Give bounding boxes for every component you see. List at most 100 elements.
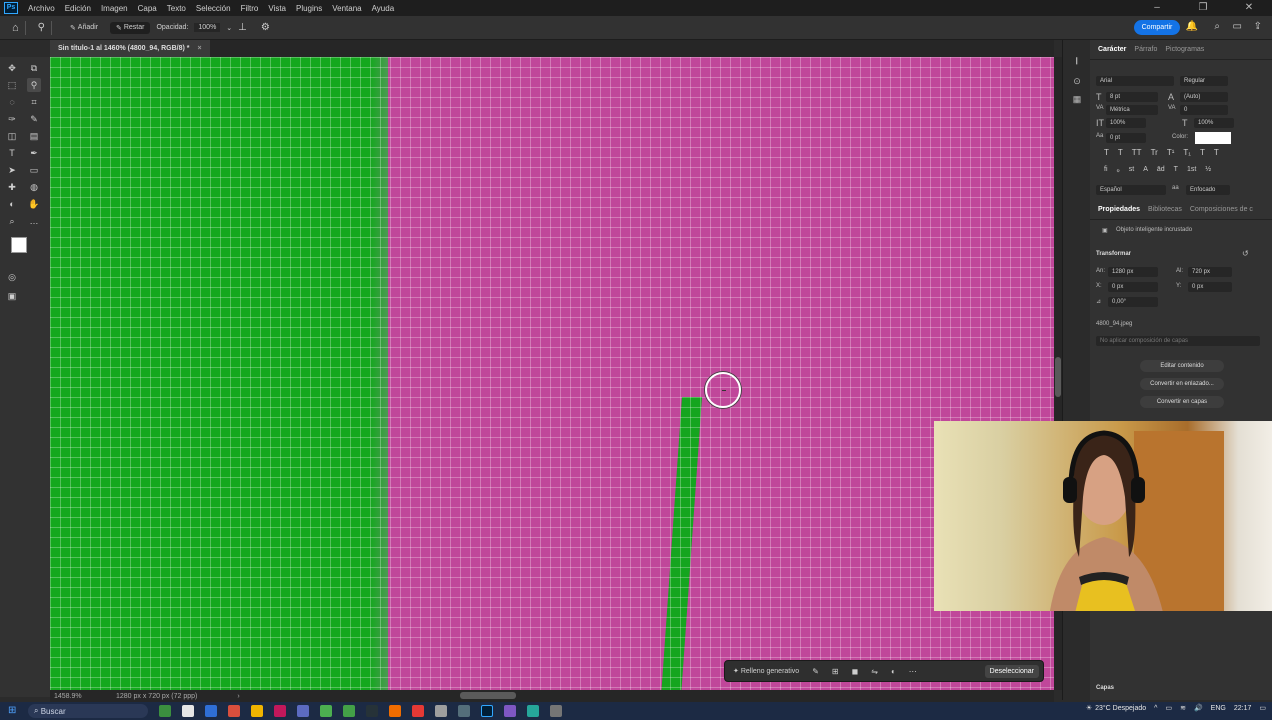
tab-parrafo[interactable]: Párrafo xyxy=(1134,46,1157,53)
anti-alias-select[interactable]: Enfocado xyxy=(1186,185,1230,195)
faux-italic-icon[interactable]: T xyxy=(1118,148,1123,157)
discretionary-ligatures-icon[interactable]: st xyxy=(1129,166,1134,174)
obs-icon[interactable] xyxy=(412,705,424,717)
close-icon[interactable]: ✕ xyxy=(1226,0,1272,16)
ligatures-icon[interactable]: fi xyxy=(1104,166,1108,174)
superscript-icon[interactable]: T¹ xyxy=(1167,148,1175,157)
quick-selection-tool-icon[interactable]: ⚲ xyxy=(27,78,41,92)
learn-panel-icon[interactable]: ⊙ xyxy=(1071,76,1083,88)
workspace-icon[interactable]: ▭ xyxy=(1233,21,1242,32)
titling-alt-icon[interactable]: T xyxy=(1174,166,1178,174)
file-explorer-icon[interactable] xyxy=(251,705,263,717)
dodge-tool-icon[interactable]: ◐ xyxy=(5,197,19,211)
tracking-field[interactable]: 0 xyxy=(1180,105,1228,115)
menu-vista[interactable]: Vista xyxy=(268,4,286,13)
kerning-field[interactable]: Métrica xyxy=(1106,105,1158,115)
layers-panel-title[interactable]: Capas xyxy=(1096,685,1114,691)
deselect-button[interactable]: Deseleccionar xyxy=(984,664,1039,678)
scroll-thumb[interactable] xyxy=(1055,357,1061,397)
app-icon[interactable] xyxy=(504,705,516,717)
type-tool-icon[interactable]: T xyxy=(5,146,19,160)
horizontal-scroll-thumb[interactable] xyxy=(460,692,516,699)
y-field[interactable]: 0 px xyxy=(1188,282,1232,292)
modify-selection-icon[interactable]: ✎ xyxy=(812,667,819,676)
chrome-app-icon[interactable] xyxy=(228,705,240,717)
fractions-icon[interactable]: ½ xyxy=(1205,166,1211,174)
artboard-tool-icon[interactable]: ⧉ xyxy=(27,61,41,75)
minimize-icon[interactable]: – xyxy=(1134,0,1180,16)
app-icon[interactable] xyxy=(389,705,401,717)
menu-plugins[interactable]: Plugins xyxy=(296,4,322,13)
chevron-down-icon[interactable]: ⌄ xyxy=(226,24,232,32)
tab-pictogramas[interactable]: Pictogramas xyxy=(1165,46,1204,53)
spot-healing-tool-icon[interactable]: ✚ xyxy=(5,180,19,194)
notifications-bell-icon[interactable]: 🔔 xyxy=(1186,21,1198,32)
chrome-icon[interactable] xyxy=(320,705,332,717)
quick-selection-tool-icon[interactable]: ⚲ xyxy=(38,22,45,33)
zoom-level[interactable]: 1458.9% xyxy=(50,693,110,700)
subtract-selection-button[interactable]: ✎ Restar xyxy=(110,21,151,34)
notifications-icon[interactable]: ▭ xyxy=(1259,704,1266,712)
menu-capa[interactable]: Capa xyxy=(138,4,157,13)
quick-mask-icon[interactable]: ◎ xyxy=(5,270,19,284)
opacity-field[interactable]: 100% xyxy=(194,23,221,32)
menu-filtro[interactable]: Filtro xyxy=(241,4,259,13)
all-caps-icon[interactable]: TT xyxy=(1132,148,1142,157)
volume-icon[interactable]: 🔊 xyxy=(1194,704,1203,712)
tab-composiciones[interactable]: Composiciones de c xyxy=(1190,206,1253,213)
adjustment-icon[interactable]: ◐ xyxy=(891,667,896,676)
chevron-right-icon[interactable]: › xyxy=(237,693,239,700)
menu-texto[interactable]: Texto xyxy=(167,4,186,13)
windows-start-icon[interactable]: ⊞ xyxy=(8,705,22,717)
brush-tool-icon[interactable]: ✎ xyxy=(27,112,41,126)
small-caps-icon[interactable]: Tr xyxy=(1151,148,1158,157)
tab-caracter[interactable]: Carácter xyxy=(1098,46,1126,53)
vertical-scale-field[interactable]: 100% xyxy=(1106,118,1146,128)
menu-ayuda[interactable]: Ayuda xyxy=(372,4,395,13)
wifi-icon[interactable]: ≋ xyxy=(1180,704,1186,712)
settings-gear-icon[interactable]: ⚙ xyxy=(261,22,270,33)
chrome-profile-icon[interactable] xyxy=(343,705,355,717)
reset-transform-icon[interactable]: ↺ xyxy=(1242,249,1249,258)
horizontal-scale-field[interactable]: 100% xyxy=(1194,118,1234,128)
app-icon[interactable] xyxy=(527,705,539,717)
select-subject-icon[interactable]: ⊞ xyxy=(832,667,839,676)
height-field[interactable]: 720 px xyxy=(1188,267,1232,277)
font-style-select[interactable]: Regular xyxy=(1180,76,1228,86)
strikethrough-icon[interactable]: T xyxy=(1214,148,1219,157)
edge-browser-icon[interactable] xyxy=(205,705,217,717)
widget-app-icon[interactable] xyxy=(159,705,171,717)
document-canvas[interactable] xyxy=(50,57,1054,690)
leading-field[interactable]: (Auto) xyxy=(1180,92,1228,102)
baseline-shift-field[interactable]: 0 pt xyxy=(1106,133,1146,143)
eyedropper-tool-icon[interactable]: ✑ xyxy=(5,112,19,126)
path-selection-tool-icon[interactable]: ➤ xyxy=(5,163,19,177)
blur-tool-icon[interactable]: ◍ xyxy=(27,180,41,194)
font-family-select[interactable]: Arial xyxy=(1096,76,1174,86)
layer-comp-select[interactable]: No aplicar composición de capas xyxy=(1096,336,1260,346)
angle-field[interactable]: 0,00° xyxy=(1108,297,1158,307)
screen-mode-icon[interactable]: ▣ xyxy=(5,289,19,303)
photoshop-taskbar-icon[interactable] xyxy=(481,705,493,717)
menu-seleccion[interactable]: Selección xyxy=(196,4,231,13)
text-color-swatch[interactable] xyxy=(1195,132,1231,144)
input-language[interactable]: ENG xyxy=(1211,705,1226,712)
width-field[interactable]: 1280 px xyxy=(1108,267,1158,277)
pen-tool-icon[interactable]: ✒ xyxy=(27,146,41,160)
search-icon[interactable]: ⌕ xyxy=(1214,21,1220,32)
maximize-icon[interactable]: ❐ xyxy=(1180,0,1226,16)
underline-icon[interactable]: T xyxy=(1200,148,1205,157)
font-size-field[interactable]: 8 pt xyxy=(1106,92,1158,102)
menu-edicion[interactable]: Edición xyxy=(65,4,91,13)
settings-app-icon[interactable] xyxy=(458,705,470,717)
hand-tool-icon[interactable]: ✋ xyxy=(27,197,41,211)
battery-icon[interactable]: ▭ xyxy=(1165,704,1172,712)
add-selection-button[interactable]: ✎ Añadir xyxy=(64,22,104,34)
swash-icon[interactable]: A xyxy=(1143,166,1148,174)
menu-ventana[interactable]: Ventana xyxy=(332,4,361,13)
faux-bold-icon[interactable]: T xyxy=(1104,148,1109,157)
convert-to-layers-button[interactable]: Convertir en capas xyxy=(1140,396,1224,408)
gradient-tool-icon[interactable]: ▤ xyxy=(27,129,41,143)
marquee-tool-icon[interactable]: ⬚ xyxy=(5,78,19,92)
media-app-icon[interactable] xyxy=(274,705,286,717)
